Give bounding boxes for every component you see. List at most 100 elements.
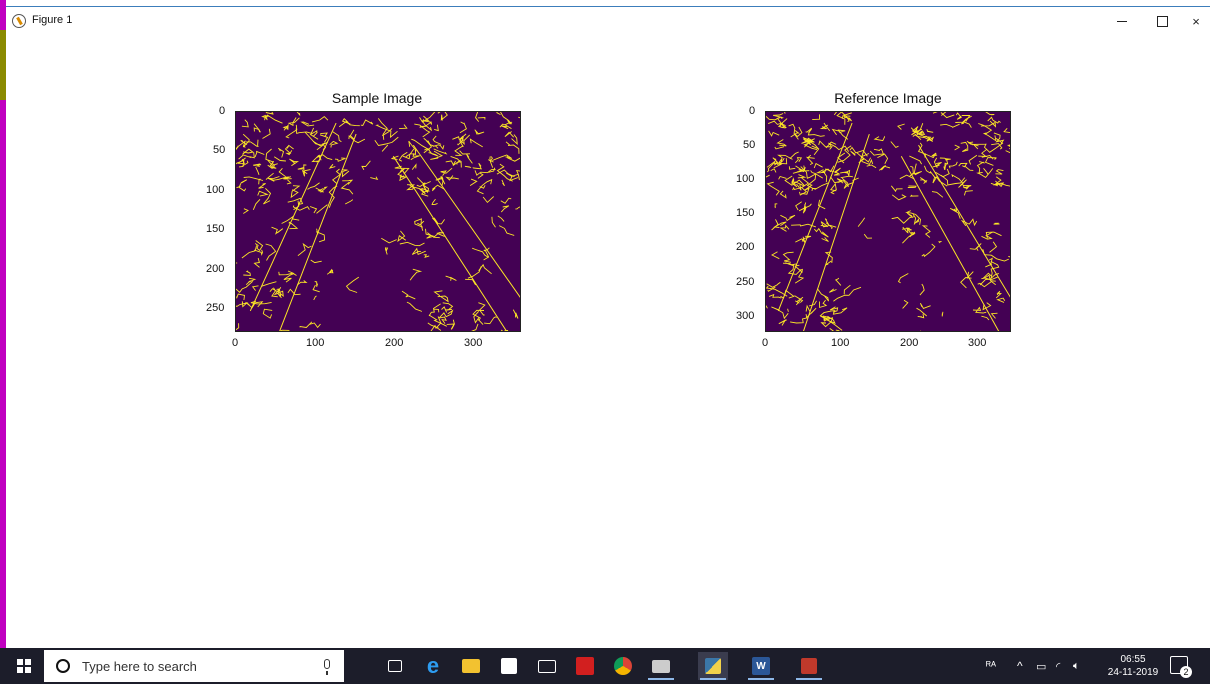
- edge-stroke: [949, 207, 961, 219]
- edge-stroke: [278, 168, 286, 178]
- subplot-title: Sample Image: [331, 90, 423, 106]
- edge-stroke: [437, 295, 449, 303]
- people-icon[interactable]: ᴿᴬ: [986, 648, 996, 684]
- edge-stroke: [996, 297, 1006, 303]
- edge-stroke: [976, 168, 994, 178]
- matplotlib-icon: [12, 14, 26, 28]
- edge-stroke: [968, 154, 978, 165]
- edge-stroke: [819, 299, 828, 308]
- taskbar-search[interactable]: Type here to search: [44, 650, 344, 682]
- edge-stroke: [477, 117, 486, 120]
- edge-stroke: [920, 330, 922, 331]
- edge-stroke: [960, 141, 969, 152]
- taskbar-app-chrome[interactable]: [608, 652, 638, 680]
- edge-stroke: [989, 241, 998, 253]
- edge-stroke: [273, 156, 286, 162]
- edge-stroke: [923, 135, 935, 142]
- edge-stroke: [491, 216, 496, 228]
- edge-stroke: [907, 185, 917, 188]
- edge-stroke: [995, 290, 1002, 299]
- taskbar-app-python[interactable]: [698, 652, 728, 680]
- edge-stroke: [983, 168, 989, 175]
- taskbar-app-file-explorer[interactable]: [456, 652, 486, 680]
- minimize-button[interactable]: [1102, 7, 1142, 35]
- edge-stroke: [766, 162, 783, 173]
- edge-stroke: [500, 329, 509, 331]
- edge-stroke: [340, 181, 354, 195]
- microphone-icon[interactable]: [324, 659, 330, 675]
- y-tick-label: 250: [736, 276, 755, 288]
- edge-stroke: [1003, 127, 1010, 134]
- network-icon[interactable]: ▭: [1036, 648, 1046, 684]
- cortana-icon: [56, 659, 70, 673]
- edge-stroke: [813, 227, 829, 238]
- y-tick-label: 0: [749, 105, 756, 117]
- task-view-button[interactable]: [380, 652, 410, 680]
- edge-stroke: [963, 190, 973, 196]
- edge-stroke: [262, 128, 271, 139]
- edge-stroke: [392, 155, 508, 331]
- edge-stroke: [984, 157, 997, 166]
- volume-icon[interactable]: 🔈︎: [1073, 648, 1080, 684]
- edge-stroke: [766, 304, 768, 309]
- edge-stroke: [445, 275, 457, 281]
- edge-stroke: [799, 176, 810, 196]
- taskbar-app-acrobat[interactable]: [570, 652, 600, 680]
- edge-stroke: [805, 154, 815, 165]
- edge-stroke: [805, 304, 811, 312]
- edge-stroke: [423, 254, 430, 258]
- edge-stroke: [299, 321, 313, 328]
- chevron-up-icon[interactable]: ^: [1017, 648, 1023, 684]
- y-tick-label: 150: [736, 207, 755, 219]
- edge-stroke: [919, 177, 928, 184]
- edge-stroke: [909, 194, 919, 197]
- taskbar-app-word[interactable]: W: [746, 652, 776, 680]
- word-icon: W: [752, 657, 770, 675]
- minimize-icon: [1117, 20, 1127, 22]
- edge-stroke: [500, 205, 510, 213]
- edge-stroke: [445, 175, 459, 181]
- edge-stroke: [474, 129, 485, 135]
- edge-stroke: [271, 226, 284, 235]
- wifi-icon[interactable]: ◜: [1056, 648, 1060, 684]
- edge-stroke: [472, 162, 482, 170]
- edge-stroke: [287, 117, 300, 127]
- taskbar-app-other[interactable]: [794, 652, 824, 680]
- edge-stroke: [289, 158, 300, 167]
- start-button[interactable]: [8, 648, 40, 684]
- edge-stroke: [501, 179, 505, 187]
- edge-stroke: [243, 208, 249, 214]
- edge-stroke: [916, 307, 927, 317]
- taskbar-app-mail[interactable]: [532, 652, 562, 680]
- edge-stroke: [794, 157, 803, 164]
- edge-stroke: [766, 181, 780, 196]
- system-clock[interactable]: 06:55 24-11-2019: [1103, 653, 1163, 679]
- edge-stroke: [290, 185, 301, 199]
- title-bar[interactable]: Figure 1 ×: [6, 7, 1210, 35]
- edge-stroke: [891, 194, 907, 201]
- edge-stroke: [241, 245, 258, 259]
- edge-stroke: [427, 322, 442, 331]
- y-tick-label: 100: [206, 184, 225, 196]
- edge-stroke: [310, 259, 322, 264]
- edge-stroke: [938, 240, 942, 244]
- close-button[interactable]: ×: [1176, 7, 1210, 35]
- taskbar-app-store[interactable]: [494, 652, 524, 680]
- edge-stroke: [488, 156, 494, 163]
- edge-stroke: [912, 214, 920, 226]
- edge-stroke: [840, 175, 853, 179]
- edge-stroke: [304, 132, 324, 151]
- search-placeholder: Type here to search: [82, 658, 197, 674]
- edge-stroke: [401, 290, 416, 300]
- taskbar-app-edge[interactable]: e: [418, 652, 448, 680]
- notification-count-badge: 2: [1180, 666, 1192, 678]
- edge-stroke: [909, 155, 922, 165]
- taskbar-app-terminal[interactable]: [646, 652, 676, 680]
- edge-stroke: [766, 281, 781, 288]
- edge-stroke: [399, 124, 408, 130]
- edge-stroke: [779, 190, 787, 199]
- edge-stroke: [818, 140, 833, 150]
- edge-stroke: [361, 160, 371, 171]
- edge-stroke: [433, 148, 448, 155]
- edge-stroke: [437, 112, 448, 121]
